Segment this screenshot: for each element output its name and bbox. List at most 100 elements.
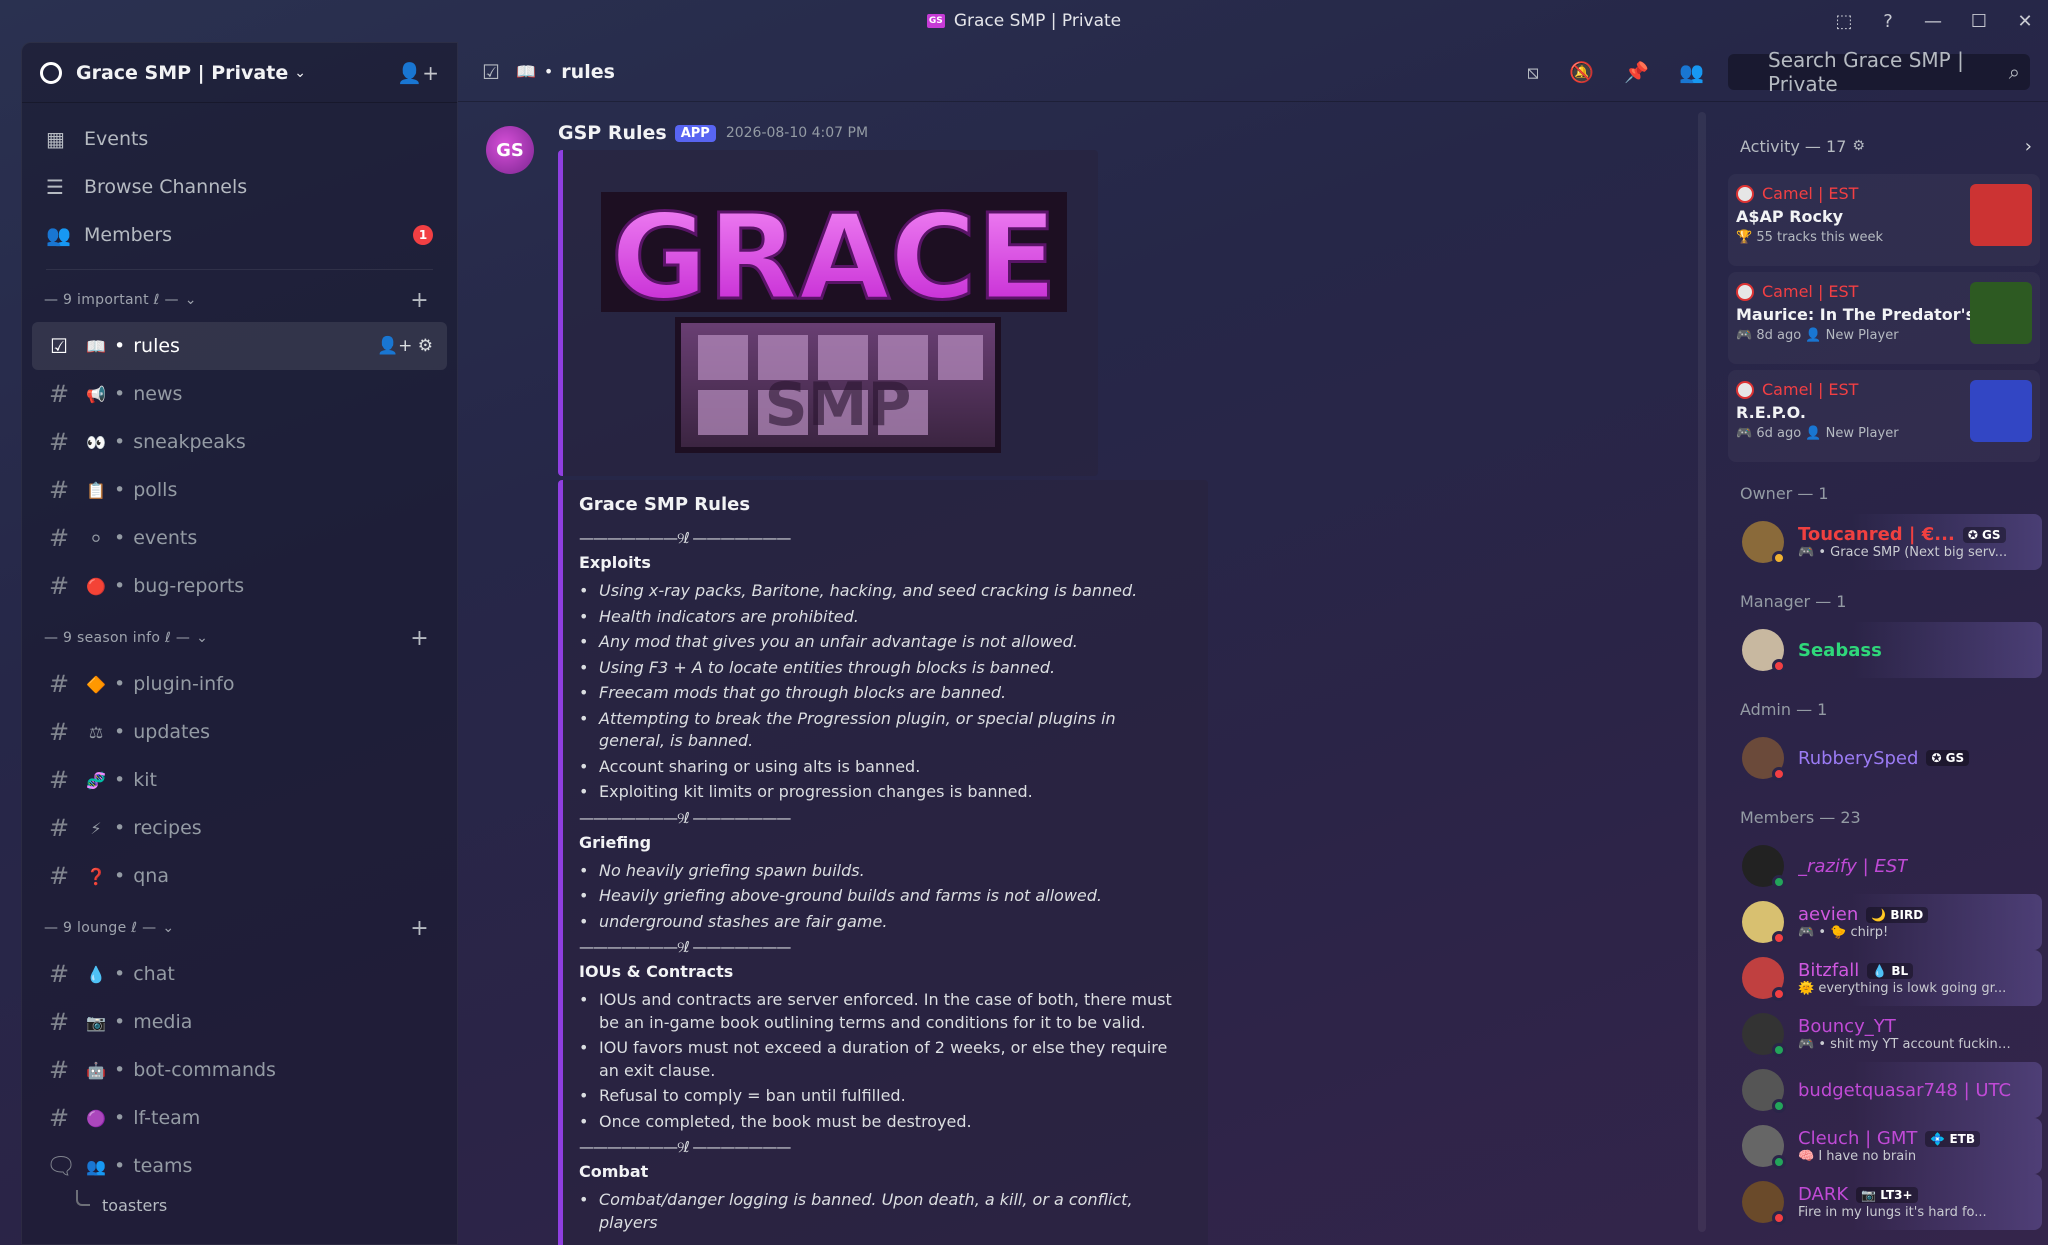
member-list-icon[interactable]: 👥 <box>1679 60 1704 84</box>
close-button[interactable]: ✕ <box>2002 11 2048 32</box>
category-header[interactable]: — 9 season info ℓ — ⌄ + <box>22 616 457 660</box>
message-scrollbar[interactable] <box>1698 112 1706 1232</box>
member-item[interactable]: budgetquasar748 | UTC <box>1726 1062 2042 1118</box>
category-header[interactable]: — 9 lounge ℓ — ⌄ + <box>22 906 457 950</box>
member-item[interactable]: Seabass <box>1726 622 2042 678</box>
channel-media[interactable]: # 📷 • media <box>32 998 447 1046</box>
add-channel-icon[interactable]: + <box>410 916 429 941</box>
status-indicator <box>1772 931 1786 945</box>
rule-text: Once completed, the book must be destroy… <box>599 1111 972 1131</box>
member-item[interactable]: aevien 🌙 BIRD 🎮 • 🐤 chirp! <box>1726 894 2042 950</box>
add-channel-icon[interactable]: + <box>410 626 429 651</box>
channel-teams[interactable]: 🗨 👥 • teams <box>32 1142 447 1190</box>
search-input[interactable]: Search Grace SMP | Private ⌕ <box>1728 48 2030 96</box>
channel-settings-icons[interactable]: 👤+ ⚙ <box>377 336 433 356</box>
gear-icon[interactable]: ⚙ <box>1852 138 1865 154</box>
member-name-text: aevien <box>1798 904 1859 925</box>
add-channel-icon[interactable]: + <box>410 288 429 313</box>
rule-text: Using x-ray packs, Baritone, hacking, an… <box>599 581 1138 600</box>
threads-icon[interactable]: ⧅ <box>1527 60 1540 84</box>
invite-people-icon[interactable]: 👤+ <box>397 61 439 85</box>
section-title: IOUs & Contracts <box>579 962 734 981</box>
hash-icon: # <box>48 380 70 408</box>
channel-rules[interactable]: ☑ 📖 • rules 👤+ ⚙ <box>32 322 447 370</box>
activity-meta-text: New Player <box>1825 328 1899 343</box>
help-icon[interactable]: ? <box>1866 11 1910 32</box>
member-name: Toucanred | €... ✪ GS <box>1798 524 2007 545</box>
channel-bot-commands[interactable]: # 🤖 • bot-commands <box>32 1046 447 1094</box>
maximize-button[interactable]: ☐ <box>1956 11 2002 32</box>
activity-card[interactable]: Camel | EST R.E.P.O. 🎮 6d ago 👤 New Player <box>1728 370 2040 462</box>
rule-item: • Exploiting kit limits or progression ch… <box>579 781 1208 804</box>
notification-bell-muted-icon[interactable]: 🔕 <box>1569 60 1594 84</box>
hash-icon: # <box>48 670 70 698</box>
status-indicator <box>1772 551 1786 565</box>
member-item[interactable]: Bouncy_YT 🎮 • shit my YT account fucking … <box>1726 1006 2042 1062</box>
member-item[interactable]: DARK 📷 LT3+ Fire in my lungs it's hard fo.… <box>1726 1174 2042 1230</box>
members-icon: 👥 <box>46 223 71 247</box>
section-divider: ———————୨ℓ ——————— <box>579 808 791 827</box>
notification-badge: 1 <box>413 225 433 245</box>
member-item[interactable]: Cleuch | GMT 💠 ETB 🧠 I have no brain <box>1726 1118 2042 1174</box>
separator-dot: • <box>114 673 126 695</box>
channel-label: kit <box>133 769 157 791</box>
server-tag: ✪ GS <box>1962 526 2006 543</box>
separator-dot: • <box>114 769 126 791</box>
avatar <box>1742 901 1786 945</box>
channel-kit[interactable]: # 🧬 • kit <box>32 756 447 804</box>
channel-qna[interactable]: # ❓ • qna <box>32 852 447 900</box>
author-avatar[interactable]: GS <box>486 126 534 174</box>
channel-lf-team[interactable]: # 🟣 • lf-team <box>32 1094 447 1142</box>
member-status-text: 🧠 I have no brain <box>1798 1149 1917 1164</box>
member-item[interactable]: Bitzfall 💧 BL 🌞 everything is lowk going g… <box>1726 950 2042 1006</box>
status-indicator <box>1772 1099 1786 1113</box>
hash-icon: # <box>48 476 70 504</box>
thread-item[interactable]: toasters <box>22 1190 457 1220</box>
separator-dot: • <box>114 1107 126 1129</box>
new-player-icon: 👤 <box>1801 328 1826 343</box>
hash-icon: # <box>48 428 70 456</box>
separator-dot: • <box>114 1059 126 1081</box>
chevron-right-icon[interactable]: › <box>2025 136 2032 157</box>
channel-bug-reports[interactable]: # 🔴 • bug-reports <box>32 562 447 610</box>
nav-item-members[interactable]: 👥 Members 1 <box>22 211 457 259</box>
rule-text: Exploiting kit limits or progression cha… <box>599 782 1033 801</box>
channel-events[interactable]: # ⚪ • events <box>32 514 447 562</box>
rule-item: • Account sharing or using alts is banned… <box>579 756 1208 779</box>
minimize-button[interactable]: — <box>1910 11 1956 32</box>
channel-news[interactable]: # 📢 • news <box>32 370 447 418</box>
category-header[interactable]: — 9 important ℓ — ⌄ + <box>22 278 457 322</box>
bullet: • <box>579 632 589 651</box>
book-icon: 📖 <box>515 62 536 81</box>
channel-plugin-info[interactable]: # 🔶 • plugin-info <box>32 660 447 708</box>
author-name[interactable]: GSP Rules <box>558 122 667 144</box>
member-item[interactable]: _razify | EST <box>1726 838 2042 894</box>
nav-item-browse-channels[interactable]: ☰ Browse Channels <box>22 163 457 211</box>
channel-updates[interactable]: # ⚖ • updates <box>32 708 447 756</box>
nav-item-events[interactable]: ▦ Events <box>22 115 457 163</box>
channel-polls[interactable]: # 📋 • polls <box>32 466 447 514</box>
inbox-icon[interactable]: ⬚ <box>1822 11 1866 32</box>
channel-recipes[interactable]: # ⚡ • recipes <box>32 804 447 852</box>
server-header[interactable]: Grace SMP | Private ⌄ 👤+ <box>22 43 457 103</box>
channel-chat[interactable]: # 💧 • chat <box>32 950 447 998</box>
status-indicator <box>1772 1155 1786 1169</box>
section-title: Griefing <box>579 832 652 852</box>
activity-card[interactable]: Camel | EST Maurice: In The Predator's ..… <box>1728 272 2040 364</box>
avatar <box>1742 1069 1786 1113</box>
pin-icon[interactable]: 📌 <box>1624 60 1649 84</box>
member-item[interactable]: RubberySped ✪ GS <box>1726 730 2042 786</box>
channel-emoji: 📢 <box>86 384 106 404</box>
activity-user-name: Camel | EST <box>1762 184 1859 203</box>
channel-sneakpeaks[interactable]: # 👀 • sneakpeaks <box>32 418 447 466</box>
member-status-text: Fire in my lungs it's hard fo... <box>1798 1205 1987 1220</box>
avatar <box>1742 737 1786 781</box>
channel-emoji: 👀 <box>86 432 106 452</box>
activity-header[interactable]: Activity — 17 ⚙ › <box>1720 122 2048 170</box>
activity-card[interactable]: Camel | EST A$AP Rocky 🏆 55 tracks this we… <box>1728 174 2040 266</box>
member-item[interactable]: Toucanred | €... ✪ GS 🎮 • Grace SMP (Next … <box>1726 514 2042 570</box>
logo-top-text: GRACE <box>611 188 1057 326</box>
rule-text: Attempting to break the Progression plug… <box>599 708 1116 751</box>
chevron-down-icon: ⌄ <box>196 630 209 646</box>
channel-label: plugin-info <box>133 673 235 695</box>
